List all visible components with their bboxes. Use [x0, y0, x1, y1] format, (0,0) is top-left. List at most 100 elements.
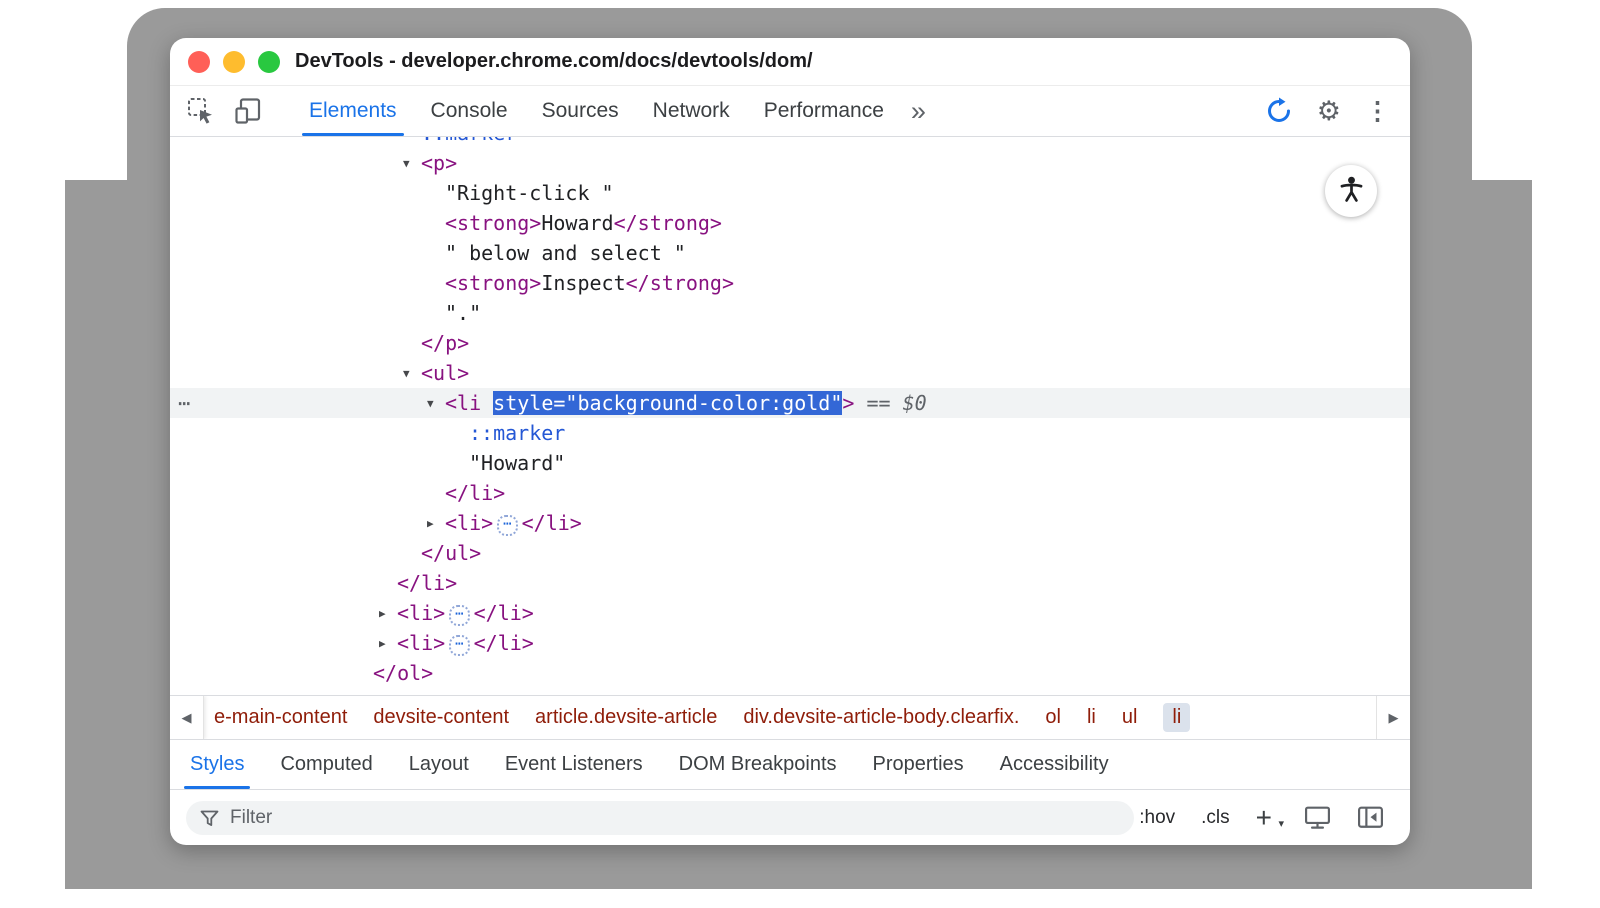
panel-tab-layout[interactable]: Layout — [391, 740, 487, 789]
settings-gear-icon[interactable]: ⚙ — [1317, 98, 1341, 125]
breadcrumb-scroll-left-button[interactable]: ◀ — [170, 696, 204, 739]
pseudo-element-label: ::marker — [421, 137, 517, 145]
breadcrumb-item-article-devsite-article[interactable]: article.devsite-article — [535, 706, 717, 729]
dom-tree-row[interactable]: </li> — [170, 478, 1410, 508]
tag-token: <strong> — [445, 271, 541, 295]
breadcrumb-item-ol[interactable]: ol — [1045, 706, 1061, 729]
collapsed-content-button[interactable]: ⋯ — [449, 605, 469, 626]
more-tabs-button[interactable]: » — [901, 86, 936, 136]
kebab-menu-icon[interactable]: ⋮ — [1365, 99, 1390, 124]
styles-toolbar: :hov .cls +▾ — [170, 790, 1410, 845]
minimize-window-button[interactable] — [223, 51, 245, 73]
filter-funnel-icon — [200, 810, 219, 832]
toggle-element-classes-button[interactable]: .cls — [1201, 807, 1230, 829]
panel-tab-styles[interactable]: Styles — [172, 740, 262, 789]
dom-tree-row[interactable]: "Howard" — [170, 448, 1410, 478]
selected-attribute[interactable]: style="background-color:gold" — [493, 391, 842, 415]
style-filter — [186, 801, 1134, 835]
titlebar: DevTools - developer.chrome.com/docs/dev… — [170, 38, 1410, 86]
tag-token: <li — [445, 391, 493, 415]
text-node: "Howard" — [469, 451, 565, 475]
dom-tree-row[interactable]: ▼<ul> — [170, 358, 1410, 388]
panel-tab-event-listeners[interactable]: Event Listeners — [487, 740, 661, 789]
expand-arrow-icon[interactable]: ▶ — [427, 509, 445, 539]
dom-tree-row[interactable]: </li> — [170, 568, 1410, 598]
filter-input[interactable] — [186, 801, 1134, 835]
accessibility-overlay-button[interactable] — [1325, 165, 1377, 217]
panel-tab-computed[interactable]: Computed — [262, 740, 390, 789]
expand-arrow-icon[interactable]: ▶ — [379, 599, 397, 629]
dom-tree-row[interactable]: ::marker — [170, 137, 1410, 148]
dom-tree-row[interactable]: <strong>Howard</strong> — [170, 208, 1410, 238]
text-node: Inspect — [541, 271, 625, 295]
row-overflow-menu[interactable]: ⋯ — [178, 388, 190, 418]
rendering-emulations-icon[interactable] — [1304, 805, 1331, 830]
breadcrumb-item-ul[interactable]: ul — [1122, 706, 1138, 729]
tag-token: <p> — [421, 151, 457, 175]
device-toolbar-icon[interactable] — [234, 96, 264, 126]
dom-tree-row[interactable]: </p> — [170, 328, 1410, 358]
tag-token: <strong> — [445, 211, 541, 235]
dom-tree-row[interactable]: </ul> — [170, 538, 1410, 568]
dom-tree-row[interactable]: ▶<li>⋯</li> — [170, 598, 1410, 628]
dom-tree-row[interactable]: ::marker — [170, 418, 1410, 448]
collapsed-content-button[interactable]: ⋯ — [449, 635, 469, 656]
tag-token: </li> — [522, 511, 582, 535]
tab-performance[interactable]: Performance — [747, 86, 901, 136]
tag-token: <li> — [397, 601, 445, 625]
new-style-rule-button[interactable]: +▾ — [1256, 807, 1278, 829]
dollar-zero-reference: $0 — [903, 391, 927, 415]
tab-elements[interactable]: Elements — [292, 86, 414, 136]
devtools-window: DevTools - developer.chrome.com/docs/dev… — [170, 38, 1410, 845]
breadcrumb-item-div-devsite-article-body-clearfix[interactable]: div.devsite-article-body.clearfix. — [743, 706, 1019, 729]
dom-tree-row[interactable]: ▶<li>⋯</li> — [170, 628, 1410, 658]
traffic-lights — [188, 51, 280, 73]
panel-tab-accessibility[interactable]: Accessibility — [982, 740, 1127, 789]
dom-tree-row[interactable]: " below and select " — [170, 238, 1410, 268]
dom-tree-row[interactable]: "Right-click " — [170, 178, 1410, 208]
dom-tree-row[interactable]: ⋯▼<li style="background-color:gold"> == … — [170, 388, 1410, 418]
tab-console[interactable]: Console — [414, 86, 525, 136]
tag-token: </strong> — [614, 211, 722, 235]
breadcrumb-item-devsite-content[interactable]: devsite-content — [373, 706, 509, 729]
styles-toolbar-right: :hov .cls +▾ — [1139, 805, 1394, 830]
text-node: "." — [445, 301, 481, 325]
dom-tree-row[interactable]: </ol> — [170, 658, 1410, 688]
tag-token: <li> — [445, 511, 493, 535]
dom-tree-row[interactable]: <strong>Inspect</strong> — [170, 268, 1410, 298]
inspect-element-icon[interactable] — [186, 96, 216, 126]
toggle-pseudo-state-button[interactable]: :hov — [1139, 807, 1175, 829]
zoom-window-button[interactable] — [258, 51, 280, 73]
expand-arrow-icon[interactable]: ▶ — [379, 629, 397, 659]
dom-tree-row[interactable]: ▶<li>⋯</li> — [170, 508, 1410, 538]
breadcrumb-scroll-right-button[interactable]: ▶ — [1376, 696, 1410, 739]
dom-tree-row[interactable]: ▼<p> — [170, 148, 1410, 178]
devtools-toolbar: ElementsConsoleSourcesNetworkPerformance… — [170, 86, 1410, 137]
tag-token: </li> — [474, 631, 534, 655]
tag-token: <li> — [397, 631, 445, 655]
tab-sources[interactable]: Sources — [525, 86, 636, 136]
equals-token: == — [854, 391, 902, 415]
panel-tab-properties[interactable]: Properties — [855, 740, 982, 789]
breadcrumb-item-li[interactable]: li — [1163, 703, 1190, 732]
tag-token: </ol> — [373, 661, 433, 685]
breadcrumb-item-li[interactable]: li — [1087, 706, 1096, 729]
sync-icon[interactable] — [1265, 97, 1293, 125]
dom-tree-row[interactable]: "." — [170, 298, 1410, 328]
breadcrumb-bar: ◀ e-main-content devsite-content article.d… — [170, 695, 1410, 739]
breadcrumb-item-e-main-content[interactable]: e-main-content — [214, 706, 347, 729]
tag-token: </p> — [421, 331, 469, 355]
tag-token: </strong> — [626, 271, 734, 295]
collapse-arrow-icon[interactable]: ▼ — [403, 359, 421, 389]
panel-tab-dom-breakpoints[interactable]: DOM Breakpoints — [661, 740, 855, 789]
tab-network[interactable]: Network — [636, 86, 747, 136]
collapse-arrow-icon[interactable]: ▼ — [403, 149, 421, 179]
tag-token: </ul> — [421, 541, 481, 565]
close-window-button[interactable] — [188, 51, 210, 73]
collapse-arrow-icon[interactable]: ▼ — [427, 389, 445, 419]
toggle-sidebar-icon[interactable] — [1357, 805, 1384, 830]
collapsed-content-button[interactable]: ⋯ — [497, 515, 517, 536]
devtools-main-tabs: ElementsConsoleSourcesNetworkPerformance — [292, 86, 901, 136]
text-node: Howard — [541, 211, 613, 235]
tag-token: </li> — [474, 601, 534, 625]
